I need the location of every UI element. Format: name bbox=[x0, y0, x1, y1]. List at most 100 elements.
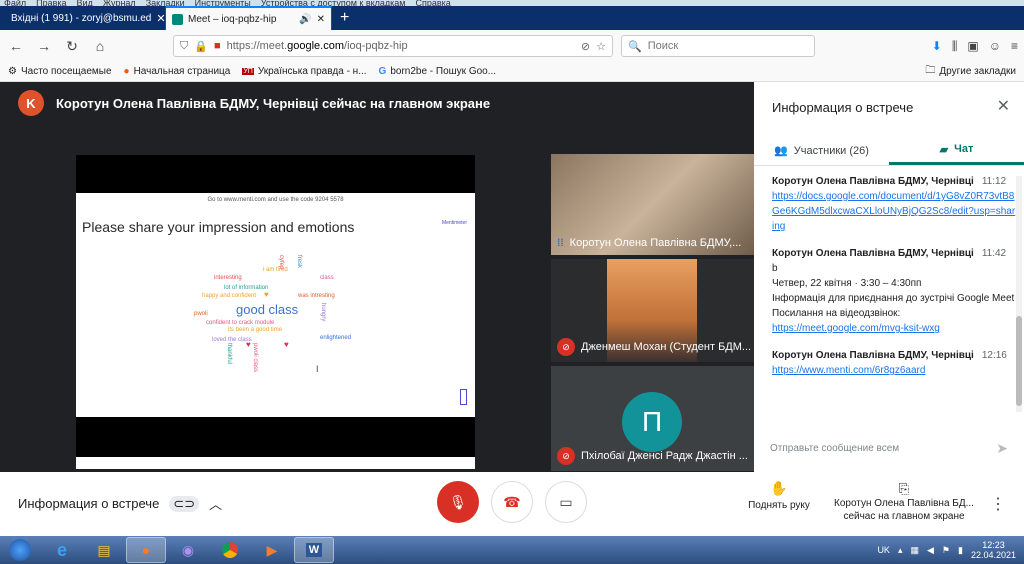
close-tab-icon[interactable]: ✕ bbox=[317, 14, 325, 25]
camera-toggle-button[interactable]: ▭ bbox=[545, 481, 587, 523]
shared-screen[interactable]: Go to www.menti.com and use the code 920… bbox=[76, 155, 475, 469]
cursor-icon: I bbox=[316, 364, 319, 374]
message-time: 11:42 bbox=[981, 248, 1007, 259]
taskbar-word[interactable]: W bbox=[294, 537, 334, 563]
taskbar-explorer[interactable]: ▤ bbox=[84, 537, 124, 563]
bookmarks-bar: ⚙ Часто посещаемые ● Начальная страница УП… bbox=[0, 62, 1024, 82]
close-icon[interactable]: ✕ bbox=[997, 96, 1010, 116]
chevron-up-icon[interactable]: ▴ bbox=[898, 545, 903, 556]
taskbar-firefox[interactable]: ● bbox=[126, 537, 166, 563]
leave-call-button[interactable]: ☎ bbox=[491, 481, 533, 523]
cloud-word: was intresting bbox=[298, 293, 335, 299]
menu-icon[interactable]: ≡ bbox=[1011, 39, 1018, 54]
meeting-details-button[interactable]: Информация о встрече ⊂⊃ ︿ bbox=[18, 494, 222, 513]
download-icon[interactable]: ⬇ bbox=[932, 39, 942, 54]
back-icon[interactable]: ← bbox=[6, 36, 26, 56]
message-link[interactable]: https://meet.google.com/mvg-ksit-wxg bbox=[772, 323, 940, 334]
message-link[interactable]: https://www.menti.com/6r8gz6aard bbox=[772, 365, 925, 376]
mic-off-icon: ⊘ bbox=[557, 447, 575, 465]
send-icon[interactable]: ➤ bbox=[996, 440, 1008, 457]
mic-off-icon: ⊘ bbox=[557, 338, 575, 356]
media-player-icon: ▶ bbox=[266, 541, 278, 558]
star-icon[interactable]: ☆ bbox=[596, 40, 606, 53]
message-line: b bbox=[772, 263, 778, 274]
participant-tile[interactable]: П ⊘ Пхілобаї Дженсі Радж Джастін ... bbox=[551, 366, 754, 471]
close-tab-icon[interactable]: ✕ bbox=[156, 12, 165, 25]
presentation-button[interactable]: ⎘ Коротун Олена Павлівна БД... сейчас на… bbox=[830, 482, 978, 523]
taskbar-viber[interactable]: ◉ bbox=[168, 537, 208, 563]
taskbar-media[interactable]: ▶ bbox=[252, 537, 292, 563]
attachment-icon: ⊂⊃ bbox=[169, 495, 200, 512]
mic-toggle-button[interactable]: 🎙 bbox=[437, 481, 479, 523]
reload-icon[interactable]: ↻ bbox=[62, 36, 82, 56]
tab-meet[interactable]: Meet – ioq-pqbz-hip 🔊 ✕ bbox=[166, 6, 332, 30]
people-icon: 👥 bbox=[774, 145, 788, 157]
present-icon: ⎘ bbox=[898, 481, 910, 496]
home-icon[interactable]: ⌂ bbox=[90, 36, 110, 56]
chat-scrollbar[interactable] bbox=[1016, 176, 1022, 412]
tab-gmail[interactable]: Вхідні (1 991) - zoryj@bsmu.ed ✕ bbox=[0, 6, 166, 30]
volume-icon[interactable]: ◀ bbox=[927, 545, 934, 556]
raise-hand-button[interactable]: ✋ Поднять руку bbox=[740, 481, 818, 512]
viber-icon: ◉ bbox=[181, 541, 195, 558]
bookmark-pravda[interactable]: УП Українська правда - н... bbox=[242, 66, 367, 77]
bookmark-start[interactable]: ● Начальная страница bbox=[124, 66, 231, 77]
meeting-info-panel: Информация о встрече ✕ 👥 Участники (26) ▰… bbox=[754, 82, 1024, 472]
shield-icon[interactable]: ⛉ bbox=[180, 40, 188, 53]
chat-input[interactable]: Отправьте сообщение всем ➤ bbox=[754, 432, 1024, 464]
heart-icon: ♥ bbox=[264, 290, 269, 299]
gear-icon: ⚙ bbox=[8, 66, 17, 77]
account-icon[interactable]: ☺ bbox=[989, 39, 1001, 54]
more-options-icon[interactable]: ⋮ bbox=[990, 494, 1006, 514]
clock[interactable]: 12:23 22.04.2021 bbox=[971, 540, 1016, 560]
cloud-word: pwoli class bbox=[252, 343, 258, 373]
forward-icon[interactable]: → bbox=[34, 36, 54, 56]
url-bar[interactable]: ⛉ 🔒 ■ https://meet.google.com/ioq-pqbz-h… bbox=[173, 35, 613, 57]
language-indicator[interactable]: UK bbox=[877, 545, 890, 555]
participant-tile[interactable]: ⊘ Дженмеш Мохан (Студент БДМ... bbox=[551, 259, 754, 362]
lock-icon[interactable]: 🔒 bbox=[194, 40, 208, 53]
chevron-up-icon: ︿ bbox=[209, 497, 223, 512]
participant-name: Дженмеш Мохан (Студент БДМ... bbox=[581, 341, 752, 353]
taskbar-chrome[interactable] bbox=[210, 537, 250, 563]
chat-message: Коротун Олена Павлівна БДМУ, Чернівці 12:… bbox=[772, 348, 1016, 378]
network-icon[interactable]: ▦ bbox=[910, 545, 919, 556]
pocket-icon[interactable]: ⊘ bbox=[581, 40, 590, 53]
chat-icon: ▰ bbox=[939, 143, 949, 156]
tab-chat[interactable]: ▰ Чат bbox=[889, 136, 1024, 165]
scrollbar-thumb[interactable] bbox=[1016, 316, 1022, 406]
cloud-word: interesting bbox=[214, 275, 242, 281]
chat-messages[interactable]: Коротун Олена Павлівна БДМУ, Чернівці 11:… bbox=[754, 170, 1016, 418]
message-time: 11:12 bbox=[981, 176, 1007, 187]
speaker-icon[interactable]: 🔊 bbox=[299, 14, 311, 25]
message-link[interactable]: https://docs.google.com/document/d/1yG8v… bbox=[772, 191, 1015, 232]
library-icon[interactable]: ⫼ bbox=[952, 39, 958, 54]
meet-icon bbox=[172, 13, 183, 25]
camera-permission-icon[interactable]: ■ bbox=[214, 40, 221, 52]
word-icon: W bbox=[305, 543, 323, 557]
tab-participants[interactable]: 👥 Участники (26) bbox=[754, 136, 889, 165]
firefox-icon: ● bbox=[141, 542, 151, 558]
bookmark-frequent[interactable]: ⚙ Часто посещаемые bbox=[8, 66, 112, 77]
start-button[interactable] bbox=[0, 537, 40, 563]
cloud-word: pwoli bbox=[194, 311, 208, 317]
os-taskbar: e ▤ ● ◉ ▶ W UK ▴ ▦ ◀ ⚑ ▮ 12:23 22.04.202… bbox=[0, 536, 1024, 564]
heart-icon: ♥ bbox=[284, 340, 289, 349]
message-line: Інформація для приєднання до зустрічі Go… bbox=[772, 293, 1015, 304]
heart-icon: ♥ bbox=[246, 340, 251, 349]
presenter-banner: K Коротун Олена Павлівна БДМУ, Чернівці … bbox=[18, 90, 490, 116]
other-bookmarks[interactable]: 🗀 Другие закладки bbox=[925, 63, 1016, 80]
flag-icon[interactable]: ⚑ bbox=[942, 545, 950, 556]
taskbar-ie[interactable]: e bbox=[42, 537, 82, 563]
chat-message: Коротун Олена Павлівна БДМУ, Чернівці 11:… bbox=[772, 246, 1016, 336]
search-input[interactable]: 🔍 Поиск bbox=[621, 35, 815, 57]
participant-name: Пхілобаї Дженсі Радж Джастін ... bbox=[581, 450, 748, 462]
new-tab-button[interactable]: + bbox=[332, 6, 357, 30]
presentation-label: Коротун Олена Павлівна БД... bbox=[834, 498, 974, 509]
message-line: Четвер, 22 квітня · 3:30 – 4:30пп bbox=[772, 278, 922, 289]
power-icon[interactable]: ▮ bbox=[958, 545, 963, 556]
bookmark-born2be[interactable]: Gborn2be - Пошук Goo... bbox=[379, 66, 497, 77]
participant-tile[interactable]: ⁞⁞ Коротун Олена Павлівна БДМУ,... bbox=[551, 154, 754, 255]
sidebar-icon[interactable]: ▣ bbox=[967, 39, 978, 54]
url-text: https://meet.google.com/ioq-pqbz-hip bbox=[226, 40, 408, 52]
